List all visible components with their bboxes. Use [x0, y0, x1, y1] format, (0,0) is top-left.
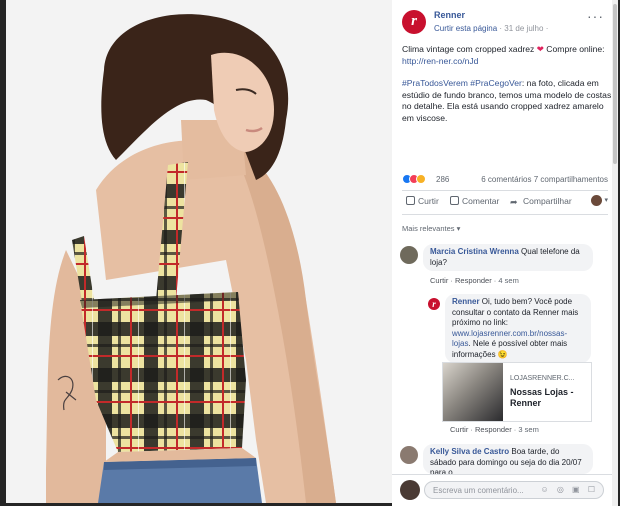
comment-reply-link[interactable]: Responder	[455, 276, 492, 285]
page-name-link[interactable]: Renner	[434, 10, 465, 20]
comment-author[interactable]: Marcia Cristina Wrenna	[430, 247, 519, 256]
reaction-count[interactable]: 286	[436, 175, 449, 184]
share-icon	[510, 197, 520, 206]
page-avatar[interactable]: r	[402, 10, 426, 34]
comment-placeholder: Escreva um comentário...	[433, 486, 524, 495]
comment-bubble: Marcia Cristina Wrenna Qual telefone da …	[423, 244, 593, 271]
commenter-avatar[interactable]	[400, 446, 418, 464]
composer-tool-icons[interactable]: ☺ ◎ ▣ ☐	[540, 485, 598, 494]
link-preview-card[interactable]: LOJASRENNER.C... Nossas Lojas - Renner	[442, 362, 592, 422]
chevron-down-icon[interactable]: ▾	[604, 196, 608, 204]
model-photo-illustration	[6, 0, 392, 503]
commenter-avatar[interactable]	[400, 246, 418, 264]
comment-time[interactable]: 4 sem	[498, 276, 518, 285]
reply-author[interactable]: Renner	[452, 297, 480, 306]
reply-like-link[interactable]: Curtir	[450, 425, 468, 434]
reply-page-avatar[interactable]: r	[428, 298, 440, 310]
post-paragraph-2: #PraTodosVerem #PraCegoVer: na foto, cli…	[402, 78, 614, 124]
reaction-icons[interactable]	[402, 174, 426, 186]
post-header: r Renner Curtir esta página · 31 de julh…	[402, 8, 608, 38]
heart-emoji-icon: ❤	[536, 44, 544, 54]
scrollbar-thumb[interactable]	[613, 4, 617, 164]
comment-input[interactable]: Escreva um comentário... ☺ ◎ ▣ ☐	[424, 481, 604, 499]
comment-icon	[450, 196, 459, 205]
link-preview-domain: LOJASRENNER.C...	[510, 375, 575, 382]
thumbs-up-icon	[406, 196, 415, 205]
meta-separator: ·	[499, 24, 503, 33]
comment-share-counts: 6 comentários 7 compartilhamentos	[481, 175, 608, 184]
reply-actions: Curtir · Responder · 3 sem	[450, 425, 539, 434]
reactions-bar: 286 6 comentários 7 compartilhamentos	[402, 174, 608, 186]
reply-bubble: Renner Oi, tudo bem? Você pode consultar…	[445, 294, 591, 363]
hashtags[interactable]: #PraTodosVerem #PraCegoVer	[402, 78, 522, 88]
globe-icon: ·	[545, 24, 549, 33]
reply-time[interactable]: 3 sem	[518, 425, 538, 434]
link-preview-image	[443, 363, 503, 421]
divider	[402, 190, 608, 191]
post-text-1a: Clima vintage com cropped xadrez	[402, 44, 537, 54]
comment-like-link[interactable]: Curtir	[430, 276, 448, 285]
share-label: Compartilhar	[523, 196, 572, 206]
photo-viewer: r Renner Curtir esta página · 31 de julh…	[0, 0, 620, 506]
comment-author[interactable]: Kelly Silva de Castro	[430, 447, 509, 456]
wink-emoji-icon: 😉	[497, 349, 508, 359]
comment-label: Comentar	[462, 196, 500, 206]
post-date[interactable]: 31 de julho	[504, 24, 543, 33]
post-paragraph-1: Clima vintage com cropped xadrez ❤ Compr…	[402, 44, 614, 67]
post-sidebar: r Renner Curtir esta página · 31 de julh…	[392, 0, 618, 506]
post-text: Clima vintage com cropped xadrez ❤ Compr…	[402, 44, 614, 135]
comment-button[interactable]: Comentar	[450, 196, 499, 206]
post-text-1b: Compre online:	[543, 44, 605, 54]
composer-avatar	[400, 480, 420, 500]
post-photo[interactable]	[6, 0, 392, 503]
share-count[interactable]: 7 compartilhamentos	[534, 175, 608, 184]
comment-count[interactable]: 6 comentários	[481, 175, 531, 184]
link-preview-title: Nossas Lojas - Renner	[510, 387, 574, 408]
share-button[interactable]: Compartilhar	[510, 196, 572, 206]
wow-reaction-icon	[416, 174, 426, 184]
reply-text-b: . Nele é possível obter mais informações	[452, 339, 568, 359]
comment-composer: Escreva um comentário... ☺ ◎ ▣ ☐	[392, 474, 612, 504]
comment-actions: Curtir · Responder · 4 sem	[430, 276, 519, 285]
viewer-avatar[interactable]	[591, 195, 602, 206]
reply-reply-link[interactable]: Responder	[475, 425, 512, 434]
post-link[interactable]: http://ren-ner.co/nJd	[402, 56, 478, 66]
post-meta: Curtir esta página · 31 de julho ·	[434, 24, 548, 33]
comment-bubble: Kelly Silva de Castro Boa tarde, do sába…	[423, 444, 593, 474]
like-button[interactable]: Curtir	[406, 196, 439, 206]
divider	[402, 214, 608, 215]
comment-sort-dropdown[interactable]: Mais relevantes ▾	[402, 224, 460, 233]
more-options-icon[interactable]: ···	[587, 8, 604, 24]
post-actions: Curtir Comentar Compartilhar ▾	[402, 194, 608, 210]
like-label: Curtir	[418, 196, 439, 206]
scrollbar[interactable]	[612, 0, 618, 506]
like-page-link[interactable]: Curtir esta página	[434, 24, 497, 33]
